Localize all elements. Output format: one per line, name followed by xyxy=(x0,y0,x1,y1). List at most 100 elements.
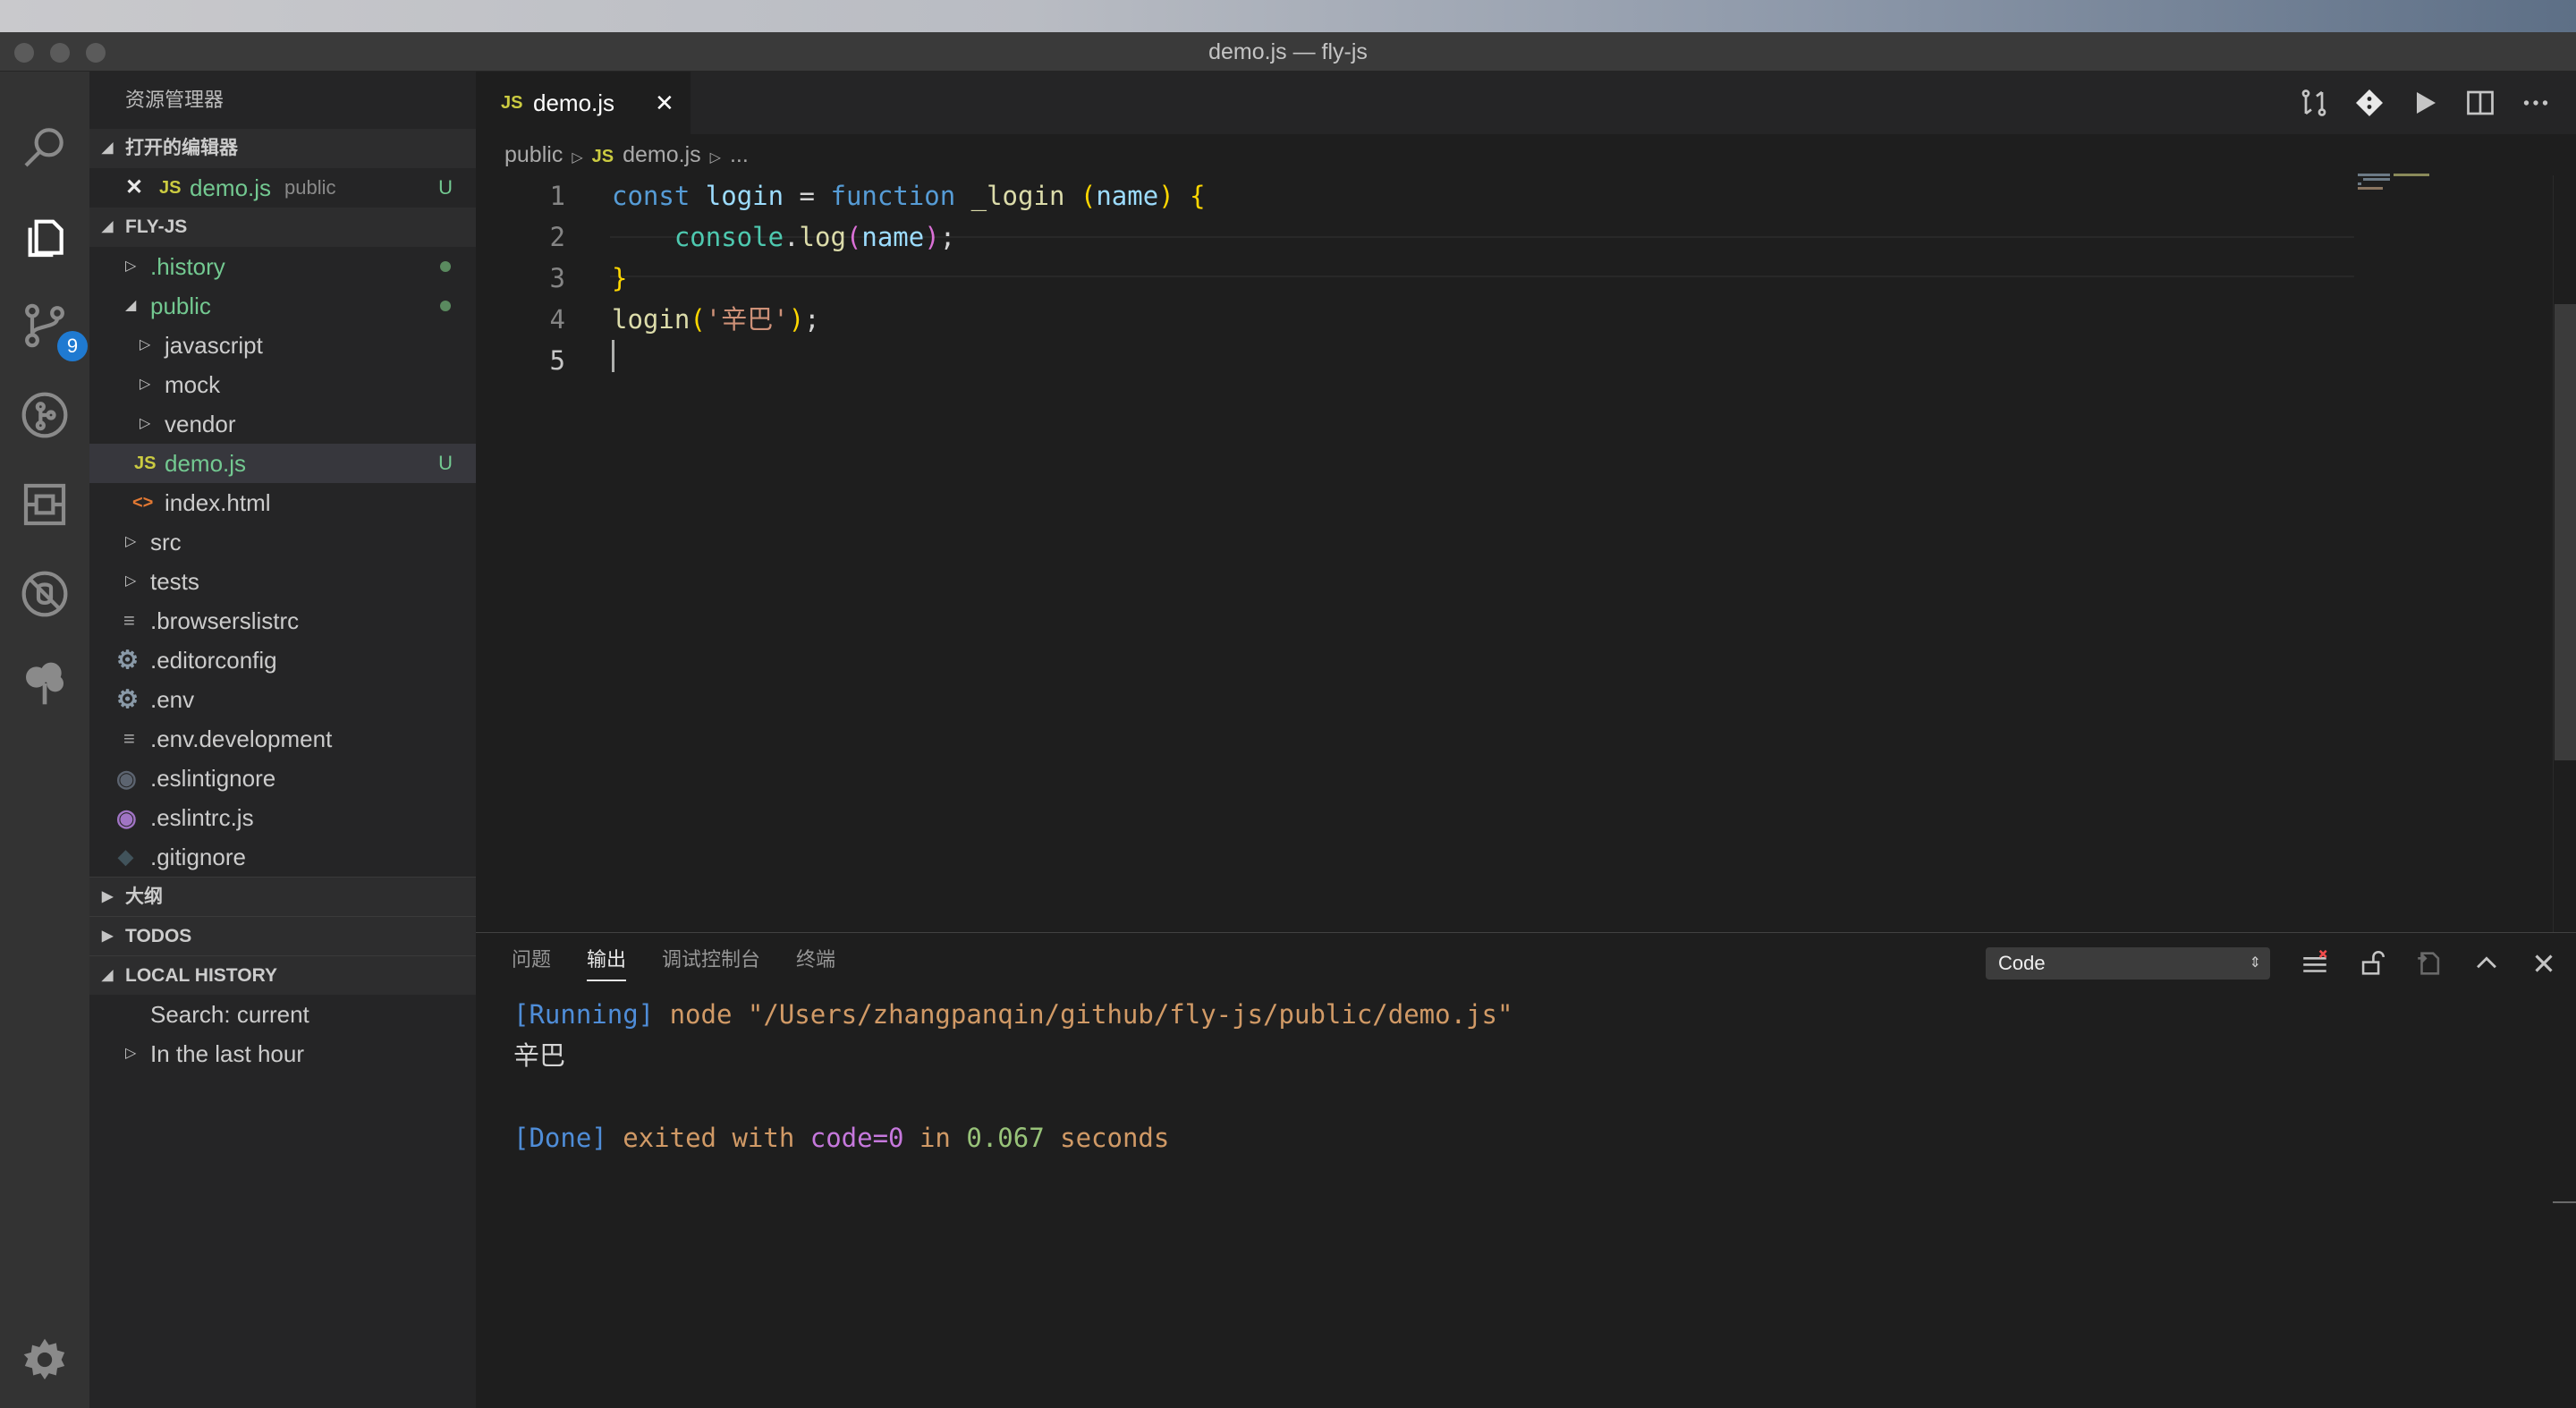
breadcrumb-folder[interactable]: public xyxy=(504,142,563,167)
chevron-right-icon: ▷ xyxy=(125,534,137,549)
open-editor-folder: public xyxy=(284,176,336,199)
tree-item-public[interactable]: ◢ public xyxy=(89,286,476,326)
chevron-down-icon: ◢ xyxy=(125,298,137,313)
code-text: const login = function _login (name) { xyxy=(612,181,1206,211)
tab-output[interactable]: 输出 xyxy=(587,933,627,987)
html-file-icon: <> xyxy=(132,493,154,513)
untracked-status-badge: U xyxy=(438,452,453,474)
tree-item-index-html[interactable]: <> index.html xyxy=(89,483,476,522)
chevron-right-icon: ▷ xyxy=(125,1046,137,1061)
code-line[interactable]: 5 xyxy=(476,340,2354,381)
tree-view-icon[interactable] xyxy=(14,653,75,714)
code-line[interactable]: 1 const login = function _login (name) { xyxy=(476,175,2354,216)
open-log-icon[interactable] xyxy=(2411,946,2447,981)
code-text: login('辛巴'); xyxy=(612,304,820,335)
chevron-right-icon: ▶ xyxy=(102,889,114,904)
javascript-file-icon: JS xyxy=(159,178,182,198)
output-line-result: 辛巴 xyxy=(513,1040,566,1071)
git-history-icon[interactable] xyxy=(14,385,75,445)
eslint-icon: ◉ xyxy=(116,804,137,831)
breadcrumb: public ▷ JS demo.js ▷... xyxy=(504,134,758,175)
chevron-right-icon: ▶ xyxy=(102,929,114,944)
window-title: demo.js — fly-js xyxy=(1208,39,1368,64)
outline-header[interactable]: ▶ 大纲 xyxy=(89,877,476,916)
tree-item-demo-js[interactable]: JS demo.js U xyxy=(89,444,476,483)
line-number: 5 xyxy=(549,345,565,376)
git-file-icon: ◆ xyxy=(118,845,133,868)
maximize-panel-icon[interactable] xyxy=(2469,946,2504,981)
chevron-down-icon: ◢ xyxy=(102,219,114,234)
line-number: 4 xyxy=(549,304,565,335)
eslint-ignore-icon: ◉ xyxy=(116,765,137,792)
editor-scrollbar-thumb[interactable] xyxy=(2555,304,2576,760)
output-line-running: [Running] node "/Users/zhangpanqin/githu… xyxy=(513,999,1513,1030)
output-channel-select[interactable]: Code ⇕ xyxy=(1986,947,2270,980)
git-diamond-icon[interactable] xyxy=(2351,84,2388,122)
config-gear-icon: ⚙ xyxy=(116,646,140,674)
tree-item-gitignore[interactable]: ◆ .gitignore xyxy=(89,837,476,877)
chevron-right-icon: ▷ xyxy=(125,573,137,589)
open-editor-item-demo-js[interactable]: ✕ JS demo.js public U xyxy=(89,168,476,208)
clear-output-icon[interactable] xyxy=(2297,946,2333,981)
tree-item-tests[interactable]: ▷ tests xyxy=(89,562,476,601)
source-control-icon[interactable]: 9 xyxy=(14,295,88,361)
tree-item-browserslistrc[interactable]: ≡ .browserslistrc xyxy=(89,601,476,640)
local-history-group[interactable]: ▷ In the last hour xyxy=(89,1034,476,1073)
tree-item-mock[interactable]: ▷ mock xyxy=(89,365,476,404)
editor-area: JS demo.js ✕ public ▷ JS demo.js ▷... 1 … xyxy=(476,72,2576,936)
project-header[interactable]: ◢ FLY-JS xyxy=(89,208,476,247)
chevron-right-icon: ▷ xyxy=(572,150,583,165)
lock-scroll-icon[interactable] xyxy=(2354,946,2390,981)
close-icon[interactable]: ✕ xyxy=(125,168,143,208)
search-icon[interactable] xyxy=(14,116,75,177)
local-history-header[interactable]: ◢ LOCAL HISTORY xyxy=(89,955,476,995)
panel-scrollbar[interactable] xyxy=(2553,1201,2576,1203)
breadcrumb-more[interactable]: ... xyxy=(730,142,749,167)
open-editors-header[interactable]: ◢ 打开的编辑器 xyxy=(89,129,476,168)
tree-item-history[interactable]: ▷ .history xyxy=(89,247,476,286)
javascript-file-icon: JS xyxy=(501,93,523,113)
close-icon[interactable]: ✕ xyxy=(655,72,674,134)
tab-debug-console[interactable]: 调试控制台 xyxy=(662,933,760,987)
minimap[interactable] xyxy=(2358,174,2429,191)
output-line-done: [Done] exited with code=0 in 0.067 secon… xyxy=(513,1123,1170,1153)
tree-item-env[interactable]: ⚙ .env xyxy=(89,680,476,719)
tree-item-eslintrc-js[interactable]: ◉ .eslintrc.js xyxy=(89,798,476,837)
chevron-right-icon: ▷ xyxy=(140,377,151,392)
explorer-icon[interactable] xyxy=(14,206,75,267)
tree-item-javascript[interactable]: ▷ javascript xyxy=(89,326,476,365)
split-editor-icon[interactable] xyxy=(2462,84,2499,122)
text-cursor xyxy=(612,340,614,372)
tree-item-vendor[interactable]: ▷ vendor xyxy=(89,404,476,444)
settings-gear-icon[interactable] xyxy=(14,1329,75,1390)
close-panel-icon[interactable] xyxy=(2526,946,2562,981)
tree-item-editorconfig[interactable]: ⚙ .editorconfig xyxy=(89,640,476,680)
compare-changes-icon[interactable] xyxy=(2295,84,2333,122)
chevron-right-icon: ▷ xyxy=(140,416,151,431)
todos-header[interactable]: ▶ TODOS xyxy=(89,916,476,955)
tab-terminal[interactable]: 终端 xyxy=(796,933,835,987)
tab-problems[interactable]: 问题 xyxy=(512,933,551,987)
debug-icon[interactable] xyxy=(14,564,75,624)
chevron-right-icon: ▷ xyxy=(140,337,151,352)
code-line[interactable]: 3} xyxy=(476,258,2354,299)
modified-dot xyxy=(440,261,451,272)
tree-item-eslintignore[interactable]: ◉ .eslintignore xyxy=(89,759,476,798)
bottom-panel: 问题 输出 调试控制台 终端 Code ⇕ [Running] node "/U… xyxy=(476,932,2576,1408)
title-bar: demo.js — fly-js xyxy=(0,32,2576,72)
code-line[interactable]: 2 console.log(name); xyxy=(476,216,2354,258)
vscode-window: demo.js — fly-js 9 资源管理器 ◢ 打开的编辑器 ✕ JS d… xyxy=(0,32,2576,1408)
tree-item-src[interactable]: ▷ src xyxy=(89,522,476,562)
extensions-icon[interactable] xyxy=(14,474,75,535)
code-text: } xyxy=(612,263,628,293)
tree-item-env-development[interactable]: ≡ .env.development xyxy=(89,719,476,759)
more-actions-icon[interactable] xyxy=(2517,84,2555,122)
breadcrumb-file[interactable]: demo.js xyxy=(623,142,701,167)
run-code-icon[interactable] xyxy=(2406,84,2444,122)
code-text: console.log(name); xyxy=(674,222,956,252)
scm-count-badge: 9 xyxy=(57,331,88,361)
tab-demo-js[interactable]: JS demo.js ✕ xyxy=(476,72,691,134)
local-history-search[interactable]: Search: current xyxy=(89,995,476,1034)
chevron-right-icon: ▷ xyxy=(125,259,137,274)
code-line[interactable]: 4 login('辛巴'); xyxy=(476,299,2354,340)
